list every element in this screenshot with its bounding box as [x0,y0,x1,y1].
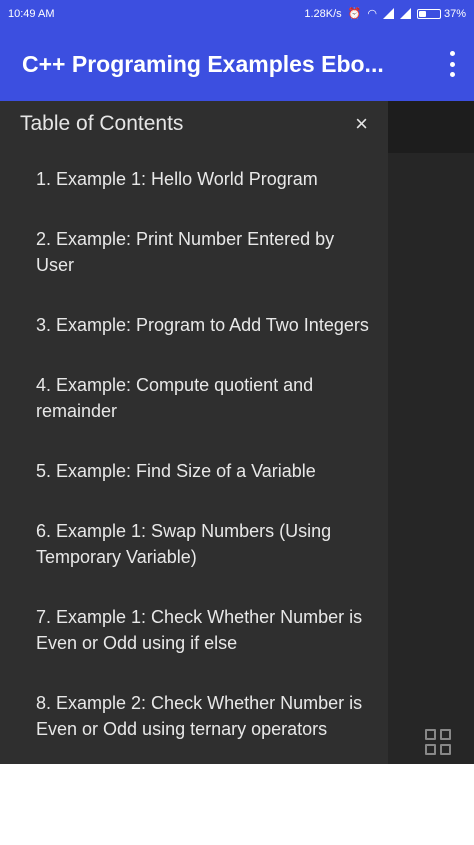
network-speed: 1.28K/s [304,7,342,20]
battery-indicator: 37% [416,7,466,20]
grid-cell [425,729,436,740]
status-icons: 1.28K/s ⏰ ◠ 37% [304,7,466,21]
app-title: C++ Programing Examples Ebo... [22,50,384,77]
document-view[interactable] [388,101,474,764]
toc-item-3[interactable]: 3. Example: Program to Add Two Integers [36,293,370,353]
bottom-blank-area [0,764,474,845]
toc-item-1[interactable]: 1. Example 1: Hello World Program [36,147,370,207]
close-icon[interactable]: × [355,113,368,135]
drawer-header: Table of Contents × [0,101,388,147]
wifi-icon: ◠ [367,8,377,20]
toc-item-5[interactable]: 5. Example: Find Size of a Variable [36,439,370,499]
toc-item-2[interactable]: 2. Example: Print Number Entered by User [36,207,370,293]
grid-cell [425,744,436,755]
toc-item-7[interactable]: 7. Example 1: Check Whether Number is Ev… [36,585,370,671]
drawer-title: Table of Contents [20,112,184,135]
toc-item-8[interactable]: 8. Example 2: Check Whether Number is Ev… [36,671,370,757]
battery-percent: 37% [443,7,466,20]
grid-cell [440,744,451,755]
toc-item-4[interactable]: 4. Example: Compute quotient and remaind… [36,353,370,439]
toc-item-6[interactable]: 6. Example 1: Swap Numbers (Using Tempor… [36,499,370,585]
dot-icon [449,61,455,67]
app-bar: C++ Programing Examples Ebo... [0,27,474,101]
grid-cell [440,729,451,740]
status-time: 10:49 AM [8,7,55,20]
battery-icon [416,8,441,19]
toc-drawer: Table of Contents × 1. Example 1: Hello … [0,101,388,764]
overflow-menu-button[interactable] [444,51,460,77]
document-toolbar-strip [388,101,474,153]
toc-list: 1. Example 1: Hello World Program 2. Exa… [0,147,388,757]
signal-icon-2 [399,8,411,19]
dot-icon [449,51,455,56]
alarm-icon: ⏰ [347,8,362,20]
signal-icon [382,8,394,19]
grid-view-icon[interactable] [425,729,451,755]
battery-fill [418,10,426,17]
dot-icon [449,72,455,77]
status-bar: 10:49 AM 1.28K/s ⏰ ◠ 37% [0,0,474,27]
